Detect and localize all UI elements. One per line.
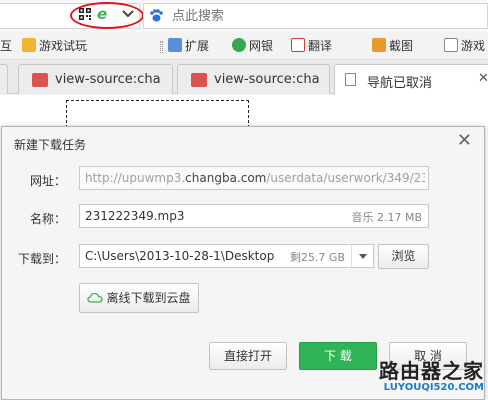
game-folder-icon — [22, 38, 36, 52]
bookmarks-toolbar: 互 游戏试玩 扩展 网银 翻译 截图 游戏 — [0, 32, 488, 60]
cloud-icon — [87, 285, 104, 303]
scissors-icon — [372, 38, 386, 52]
filename-field[interactable]: 231222349.mp3 音乐 2.17 MB — [79, 204, 429, 228]
site-watermark: 路由器之家 LUYOUQI520.COM — [379, 353, 488, 400]
browse-button[interactable]: 浏览 — [378, 244, 429, 269]
tab-strip: view-source:cha view-source:cha 导航已取消 ✕ — [0, 61, 488, 95]
baidu-paw-icon[interactable] — [148, 8, 164, 24]
file-info: 音乐 2.17 MB — [351, 211, 422, 224]
page-favicon-icon — [32, 73, 48, 87]
document-icon — [345, 73, 356, 86]
toolbar-item-games[interactable]: 游戏 — [444, 38, 485, 54]
tab-navigation-canceled[interactable]: 导航已取消 ✕ — [334, 64, 488, 95]
free-space-info: 剩25.7 GB — [289, 251, 345, 264]
destination-label: 下载到： — [17, 252, 66, 266]
dropdown-arrow-icon[interactable] — [351, 245, 373, 267]
watermark-url: LUYOUQI520.COM — [383, 382, 484, 393]
highlight-ellipse — [70, 2, 144, 29]
toolbar-separator — [160, 41, 163, 53]
destination-select[interactable]: C:\Users\2013-10-28-1\Desktop 剩25.7 GB — [79, 244, 374, 268]
address-bar-area: e — [0, 0, 488, 32]
shield-icon — [232, 38, 246, 52]
dialog-title: 新建下载任务 — [14, 138, 87, 152]
screenshot-root: e 互 游戏试玩 扩展 网银 翻译 截图 游戏 — [0, 0, 488, 400]
search-box — [143, 3, 488, 29]
close-tab-icon[interactable]: ✕ — [478, 71, 488, 86]
open-directly-button[interactable]: 直接打开 — [209, 342, 287, 370]
url-label: 网址： — [29, 174, 66, 188]
tab-view-source-1[interactable]: view-source:cha — [18, 64, 173, 94]
watermark-text: 路由器之家 — [379, 359, 484, 383]
search-input[interactable] — [172, 4, 472, 28]
toolbar-item-game-trial[interactable]: 游戏试玩 — [22, 38, 87, 54]
gamepad-icon — [444, 38, 458, 52]
toolbar-item-translate[interactable]: 翻译 — [291, 38, 332, 54]
toolbar-item-extensions[interactable]: 扩展 — [168, 38, 209, 54]
download-button[interactable]: 下 载 — [299, 342, 377, 370]
close-icon[interactable]: ✕ — [457, 132, 472, 150]
tab-view-source-2[interactable]: view-source:cha — [177, 64, 330, 94]
translate-icon — [291, 38, 305, 52]
toolbar-item-online-banking[interactable]: 网银 — [232, 38, 273, 54]
tab-partial[interactable] — [0, 64, 8, 94]
url-field[interactable]: http://upuwmp3.changba.com/userdata/user… — [79, 166, 429, 190]
toolbar-item-hu[interactable]: 互 — [0, 38, 12, 54]
toolbar-item-screenshot[interactable]: 截图 — [372, 38, 413, 54]
page-favicon-icon — [191, 73, 207, 87]
offline-cloud-download-button[interactable]: 离线下载到云盘 — [79, 283, 199, 313]
extensions-icon — [168, 38, 182, 52]
filename-label: 名称： — [29, 212, 66, 226]
